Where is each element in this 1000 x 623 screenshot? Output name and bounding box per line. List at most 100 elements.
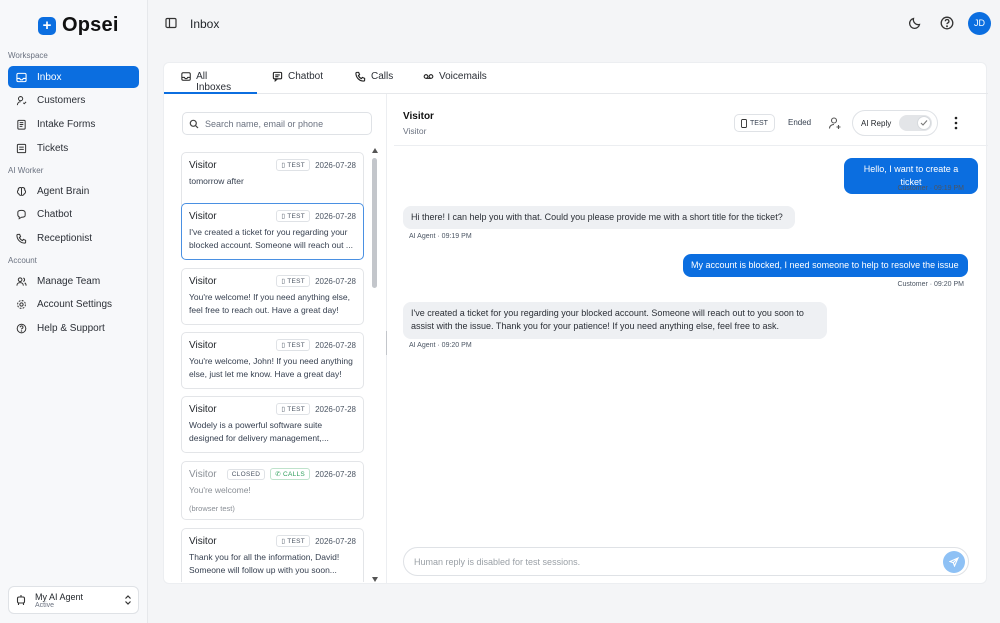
device-icon: ▯ (281, 342, 286, 349)
message-meta: AI Agent · 09:19 PM (409, 233, 472, 240)
toggle-switch[interactable] (899, 115, 933, 131)
message-bubble-agent: I've created a ticket for you regarding … (403, 302, 827, 339)
gear-icon (17, 299, 26, 309)
calls-badge: ✆ CALLS (270, 468, 311, 480)
badge-label: TEST (287, 537, 306, 545)
device-icon: ▯ (281, 538, 286, 545)
conversation-item[interactable]: Visitor CLOSED ✆ CALLS 2026-07-28 You're we… (181, 461, 364, 520)
conversation-item-selected[interactable]: Visitor ▯ TEST 2026-07-28 I've created a t… (181, 203, 364, 260)
sidebar-item-label: Account Settings (37, 298, 113, 310)
device-icon: ▯ (281, 213, 286, 220)
conversation-preview: I've created a ticket for you regarding … (189, 227, 353, 250)
sidebar-item-receptionist[interactable]: Receptionist (8, 227, 139, 249)
sidebar-item-label: Manage Team (37, 275, 101, 287)
reply-composer[interactable] (403, 547, 969, 576)
sidebar-item-customers[interactable]: Customers (8, 89, 139, 111)
conversation-preview: Thank you for all the information, David… (189, 552, 340, 575)
conversation-item[interactable]: Visitor ▯ TEST 2026-07-28 Thank you for al… (181, 528, 364, 582)
chat-icon (17, 209, 26, 220)
tab-calls[interactable]: Calls (355, 71, 393, 94)
user-avatar[interactable]: JD (968, 12, 991, 35)
conversation-preview: You're welcome, John! If you need anythi… (189, 356, 353, 379)
conversation-item[interactable]: Visitor ▯ TEST 2026-07-28 You're welcome! … (181, 268, 364, 325)
message-meta: AI Agent · 09:20 PM (409, 342, 472, 349)
resize-handle[interactable] (386, 331, 387, 355)
voicemail-icon (423, 74, 434, 79)
conversation-date: 2026-07-28 (315, 340, 356, 350)
conversation-preview: You're welcome! If you need anything els… (189, 292, 351, 315)
assign-user-icon[interactable] (828, 116, 842, 130)
conversation-date: 2026-07-28 (315, 211, 356, 221)
conversation-name: Visitor (189, 210, 217, 222)
search-field[interactable] (182, 112, 372, 135)
user-icon (16, 95, 27, 105)
badge-label: CALLS (282, 470, 306, 478)
agent-name: My AI Agent (35, 591, 84, 602)
robot-icon (16, 595, 26, 605)
sidebar-toggle-icon[interactable] (165, 17, 177, 29)
sidebar-item-manage-team[interactable]: Manage Team (8, 270, 139, 292)
badge-label: TEST (287, 341, 306, 349)
agent-selector[interactable]: My AI Agent Active (8, 586, 139, 614)
scroll-thumb[interactable] (372, 158, 377, 288)
logo-icon: + (38, 16, 56, 35)
sidebar: + Opsei Workspace Inbox Customers Intake… (0, 0, 148, 623)
tab-voicemails[interactable]: Voicemails (423, 71, 487, 94)
app-logo[interactable]: + Opsei (38, 14, 119, 37)
conversation-name: Visitor (189, 275, 217, 287)
closed-badge: CLOSED (226, 468, 266, 480)
conversation-note: (browser test) (189, 504, 235, 513)
section-label-ai-worker: AI Worker (8, 166, 44, 175)
sidebar-item-account-settings[interactable]: Account Settings (8, 293, 139, 315)
sidebar-item-tickets[interactable]: Tickets (8, 137, 139, 159)
scroll-up-icon[interactable] (372, 148, 378, 153)
sidebar-item-intake-forms[interactable]: Intake Forms (8, 113, 139, 135)
sidebar-item-help-support[interactable]: Help & Support (8, 317, 139, 339)
send-button[interactable] (943, 551, 965, 573)
search-input[interactable] (205, 118, 365, 129)
chevron-updown-icon (125, 595, 131, 605)
conversation-name: Visitor (189, 535, 217, 547)
tab-chatbot[interactable]: Chatbot (272, 71, 323, 94)
sidebar-item-chatbot[interactable]: Chatbot (8, 203, 139, 225)
conversation-item[interactable]: Visitor ▯ TEST 2026-07-28 tomorrow after (181, 152, 364, 209)
help-icon[interactable] (940, 16, 954, 30)
conversation-list: Visitor ▯ TEST 2026-07-28 tomorrow after V… (181, 152, 364, 582)
sidebar-item-label: Intake Forms (37, 118, 96, 130)
tab-all-inboxes[interactable]: All Inboxes (164, 71, 257, 94)
badge-label: TEST (287, 277, 306, 285)
more-options-icon[interactable] (952, 116, 960, 130)
clipboard-icon (17, 119, 26, 130)
sidebar-item-label: Tickets (37, 142, 69, 154)
conversation-item[interactable]: Visitor ▯ TEST 2026-07-28 You're welcome, … (181, 332, 364, 389)
sidebar-item-label: Receptionist (37, 232, 93, 244)
device-icon: ▯ (281, 162, 286, 169)
conversation-scrollbar[interactable] (371, 148, 379, 584)
scroll-down-icon[interactable] (372, 577, 378, 582)
sidebar-item-label: Agent Brain (37, 185, 90, 197)
dark-mode-icon[interactable] (908, 16, 922, 30)
sidebar-item-inbox[interactable]: Inbox (8, 66, 139, 88)
badge-label: TEST (287, 405, 306, 413)
sidebar-item-agent-brain[interactable]: Agent Brain (8, 180, 139, 202)
topbar: Inbox JD (148, 0, 1000, 48)
reply-input[interactable] (414, 556, 914, 567)
message-meta: Customer · 09:19 PM (897, 185, 964, 192)
ai-reply-toggle[interactable]: AI Reply (852, 110, 938, 136)
badge-label: TEST (287, 212, 306, 220)
ticket-icon (16, 143, 27, 153)
message-meta: Customer · 09:20 PM (897, 281, 964, 288)
tab-label: Calls (371, 71, 394, 82)
test-badge: TEST (734, 114, 775, 132)
conversation-preview: Wodely is a powerful software suite desi… (189, 420, 329, 443)
chat-icon (272, 71, 283, 82)
send-icon (949, 557, 959, 567)
conversation-name: Visitor (189, 468, 217, 480)
message-bubble-agent: Hi there! I can help you with that. Coul… (403, 206, 795, 229)
test-badge: ▯ TEST (276, 339, 311, 351)
brain-icon (16, 186, 27, 196)
sidebar-item-label: Chatbot (37, 208, 73, 220)
conversation-item[interactable]: Visitor ▯ TEST 2026-07-28 Wodely is a powe… (181, 396, 364, 453)
section-label-workspace: Workspace (8, 51, 48, 60)
contact-subtitle: Visitor (403, 126, 427, 136)
